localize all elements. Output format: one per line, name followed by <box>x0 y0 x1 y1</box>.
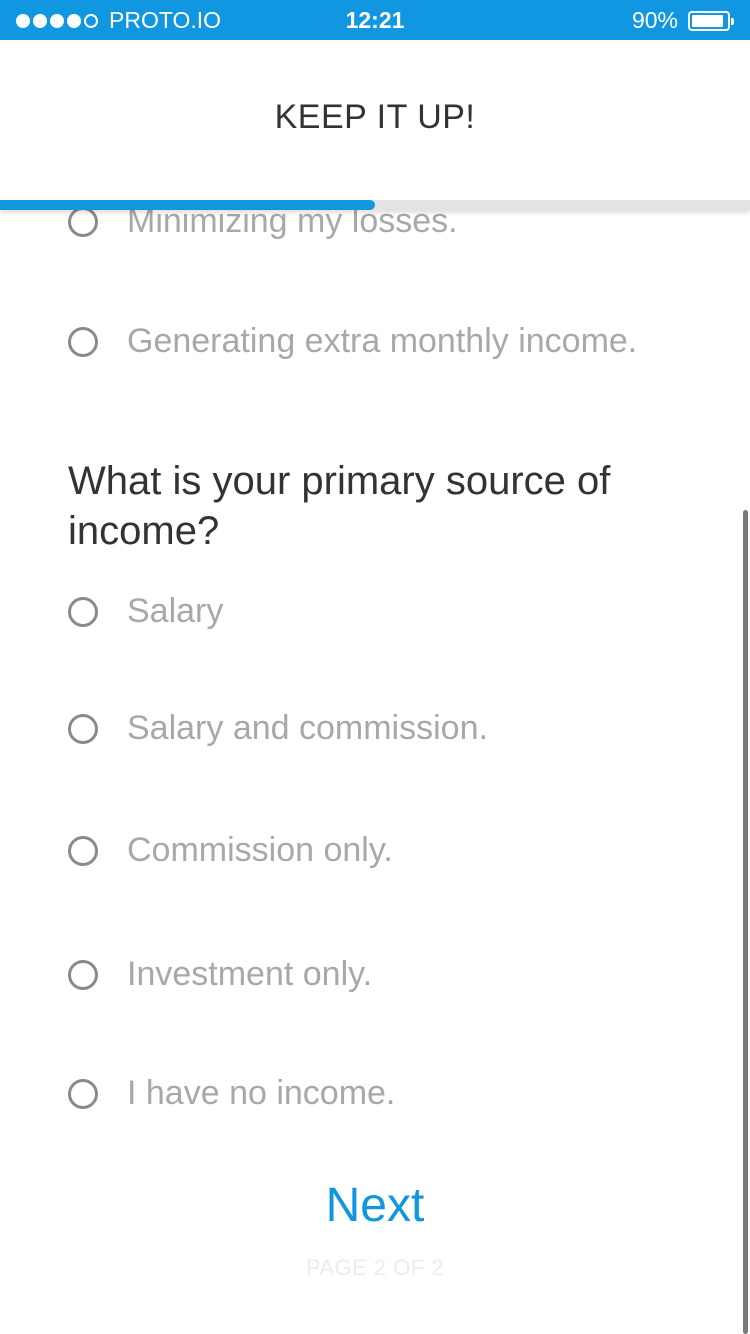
battery-level <box>692 14 723 27</box>
option-no-income[interactable]: I have no income. <box>68 1074 395 1113</box>
option-salary[interactable]: Salary <box>68 592 223 631</box>
page-indicator: PAGE 2 OF 2 <box>305 1255 445 1280</box>
battery-percent: 90% <box>631 7 678 33</box>
option-label: Commission only. <box>127 831 393 869</box>
battery-icon <box>688 10 734 31</box>
next-button[interactable]: Next <box>0 1178 750 1233</box>
option-label: Salary <box>127 592 224 630</box>
app-header: KEEP IT UP! <box>0 40 750 210</box>
question-title: What is your primary source of income? <box>68 459 611 553</box>
radio-icon[interactable] <box>68 1078 98 1109</box>
page-title: KEEP IT UP! <box>274 98 476 136</box>
option-extra-monthly-income[interactable]: Generating extra monthly income. <box>68 322 637 361</box>
survey-screen: Minimizing my losses. Generating extra m… <box>0 0 750 1334</box>
option-salary-and-commission[interactable]: Salary and commission. <box>68 709 488 748</box>
scrollbar[interactable] <box>743 510 748 1334</box>
radio-icon[interactable] <box>68 326 98 357</box>
radio-icon[interactable] <box>68 959 98 990</box>
progress-bar <box>0 200 750 210</box>
battery-info: 90% <box>631 7 734 34</box>
status-bar: PROTO.IO 12:21 90% <box>0 0 750 40</box>
radio-icon[interactable] <box>68 713 98 744</box>
radio-icon[interactable] <box>68 206 98 237</box>
option-label: I have no income. <box>127 1074 396 1112</box>
progress-bar-fill <box>0 200 375 210</box>
option-label: Salary and commission. <box>127 709 488 747</box>
option-investment-only[interactable]: Investment only. <box>68 955 372 994</box>
radio-icon[interactable] <box>68 835 98 866</box>
option-label: Investment only. <box>127 955 373 993</box>
radio-icon[interactable] <box>68 596 98 627</box>
option-label: Generating extra monthly income. <box>127 322 638 360</box>
option-commission-only[interactable]: Commission only. <box>68 831 393 870</box>
